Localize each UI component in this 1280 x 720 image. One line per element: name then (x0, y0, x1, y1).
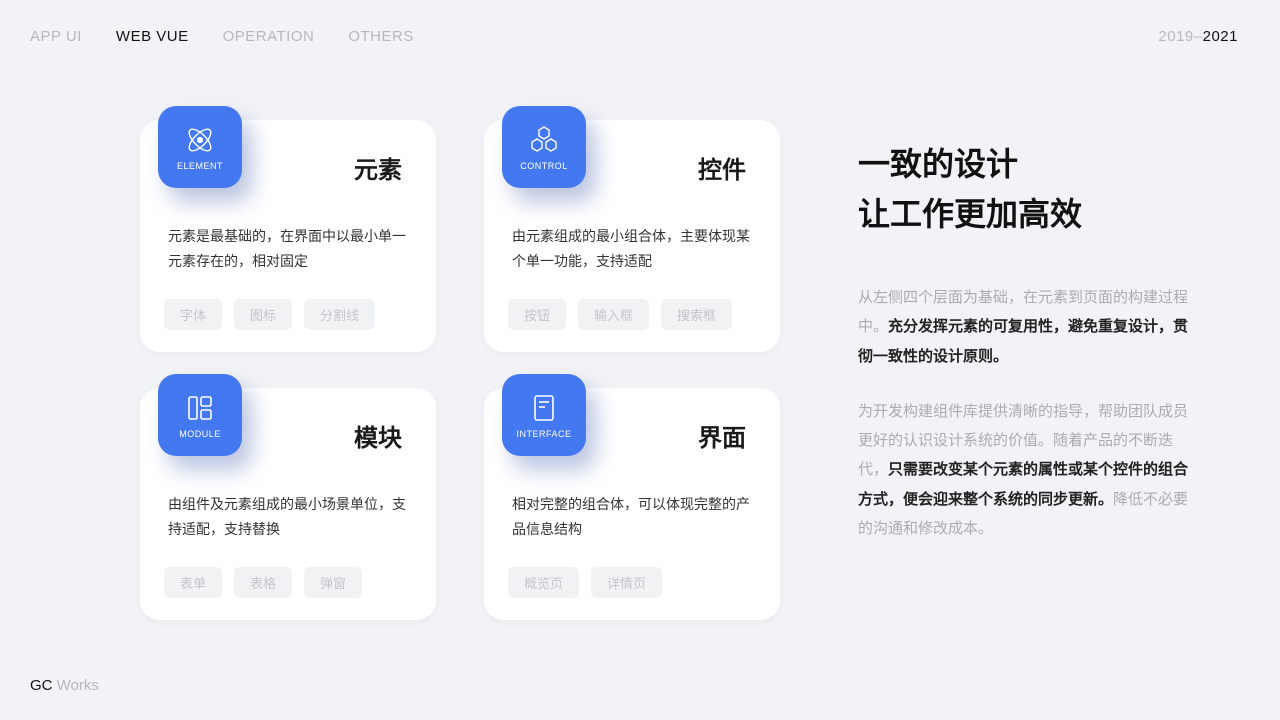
intro-p1-b: 充分发挥元素的可复用性，避免重复设计，贯彻一致性的设计原则。 (858, 318, 1188, 364)
atom-icon (183, 123, 217, 157)
card-interface: INTERFACE 界面 相对完整的组合体，可以体现完整的产品信息结构 概览页 … (484, 388, 780, 620)
content-area: ELEMENT 元素 元素是最基础的，在界面中以最小单一元素存在的，相对固定 字… (140, 120, 1220, 650)
brand-mark: GC Works (30, 677, 99, 694)
nav-others[interactable]: OTHERS (348, 28, 414, 45)
intro-para-1: 从左侧四个层面为基础，在元素到页面的构建过程中。充分发挥元素的可复用性，避免重复… (858, 283, 1198, 371)
tag-row: 按钮 输入框 搜索框 (508, 299, 732, 330)
year-prefix: 2019– (1158, 28, 1202, 45)
tag-row: 概览页 详情页 (508, 567, 662, 598)
card-title: 控件 (698, 150, 746, 185)
badge-label: CONTROL (520, 161, 568, 171)
tag-detail[interactable]: 详情页 (591, 567, 662, 598)
layout-icon (183, 391, 217, 425)
card-grid: ELEMENT 元素 元素是最基础的，在界面中以最小单一元素存在的，相对固定 字… (140, 120, 780, 650)
tag-form[interactable]: 表单 (164, 567, 222, 598)
page-icon (527, 391, 561, 425)
tag-button[interactable]: 按钮 (508, 299, 566, 330)
card-element: ELEMENT 元素 元素是最基础的，在界面中以最小单一元素存在的，相对固定 字… (140, 120, 436, 352)
card-title: 模块 (354, 418, 402, 453)
card-title: 元素 (354, 150, 402, 185)
tag-row: 字体 图标 分割线 (164, 299, 375, 330)
intro-heading: 一致的设计 让工作更加高效 (858, 140, 1198, 239)
molecule-icon (527, 123, 561, 157)
badge-module: MODULE (158, 374, 242, 456)
card-control: CONTROL 控件 由元素组成的最小组合体，主要体现某个单一功能，支持适配 按… (484, 120, 780, 352)
top-nav: APP UI WEB VUE OPERATION OTHERS (30, 28, 414, 45)
badge-label: INTERFACE (516, 429, 571, 439)
tag-font[interactable]: 字体 (164, 299, 222, 330)
tag-icon[interactable]: 图标 (234, 299, 292, 330)
badge-control: CONTROL (502, 106, 586, 188)
card-desc: 由组件及元素组成的最小场景单位，支持适配，支持替换 (168, 492, 408, 541)
intro-column: 一致的设计 让工作更加高效 从左侧四个层面为基础，在元素到页面的构建过程中。充分… (858, 120, 1198, 650)
card-title: 界面 (698, 418, 746, 453)
badge-interface: INTERFACE (502, 374, 586, 456)
tag-overview[interactable]: 概览页 (508, 567, 579, 598)
tag-dialog[interactable]: 弹窗 (304, 567, 362, 598)
intro-para-2: 为开发构建组件库提供清晰的指导，帮助团队成员更好的认识设计系统的价值。随着产品的… (858, 397, 1198, 543)
tag-input[interactable]: 输入框 (578, 299, 649, 330)
nav-app-ui[interactable]: APP UI (30, 28, 82, 45)
badge-element: ELEMENT (158, 106, 242, 188)
brand-b: Works (57, 677, 99, 694)
intro-heading-l2: 让工作更加高效 (858, 196, 1082, 232)
nav-web-vue[interactable]: WEB VUE (116, 28, 189, 45)
card-desc: 元素是最基础的，在界面中以最小单一元素存在的，相对固定 (168, 224, 408, 273)
card-desc: 相对完整的组合体，可以体现完整的产品信息结构 (512, 492, 752, 541)
badge-label: ELEMENT (177, 161, 223, 171)
tag-table[interactable]: 表格 (234, 567, 292, 598)
card-desc: 由元素组成的最小组合体，主要体现某个单一功能，支持适配 (512, 224, 752, 273)
card-module: MODULE 模块 由组件及元素组成的最小场景单位，支持适配，支持替换 表单 表… (140, 388, 436, 620)
intro-heading-l1: 一致的设计 (858, 146, 1018, 182)
brand-a: GC (30, 677, 57, 694)
badge-label: MODULE (179, 429, 221, 439)
tag-row: 表单 表格 弹窗 (164, 567, 362, 598)
tag-search[interactable]: 搜索框 (661, 299, 732, 330)
year-current: 2021 (1203, 28, 1238, 45)
tag-divider[interactable]: 分割线 (304, 299, 375, 330)
year-range: 2019–2021 (1158, 28, 1238, 45)
nav-operation[interactable]: OPERATION (223, 28, 315, 45)
